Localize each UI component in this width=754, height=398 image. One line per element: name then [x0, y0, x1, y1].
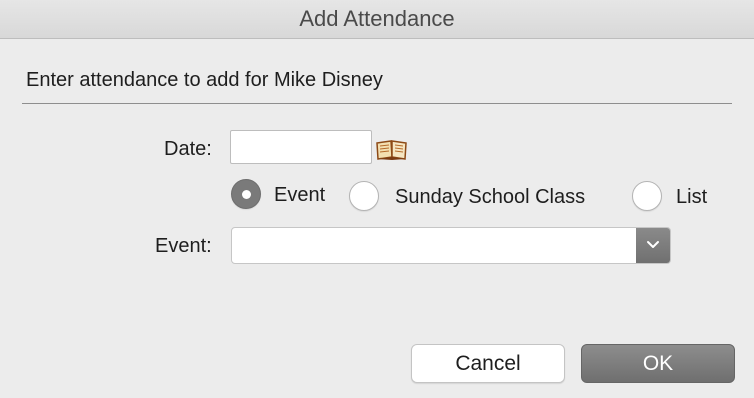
- radio-sunday-school-class[interactable]: [349, 181, 379, 211]
- radio-sunday-school-class-label: Sunday School Class: [395, 186, 586, 208]
- radio-list-label: List: [676, 186, 708, 208]
- event-label: Event:: [155, 235, 212, 257]
- radio-event-label: Event: [274, 184, 326, 206]
- date-label: Date:: [164, 138, 212, 160]
- divider: [22, 103, 732, 104]
- dialog-title: Add Attendance: [299, 6, 455, 31]
- chevron-down-icon: [647, 241, 659, 248]
- cancel-button[interactable]: Cancel: [411, 344, 565, 383]
- dialog-title-bar: Add Attendance: [0, 0, 754, 39]
- ok-button[interactable]: OK: [581, 344, 735, 383]
- calendar-book-icon[interactable]: [375, 137, 409, 161]
- event-select[interactable]: [231, 227, 671, 264]
- radio-list[interactable]: [632, 181, 662, 211]
- event-dropdown-button[interactable]: [636, 228, 670, 263]
- radio-event[interactable]: [231, 179, 261, 209]
- instruction-text: Enter attendance to add for Mike Disney: [26, 69, 383, 91]
- date-field[interactable]: [230, 130, 372, 164]
